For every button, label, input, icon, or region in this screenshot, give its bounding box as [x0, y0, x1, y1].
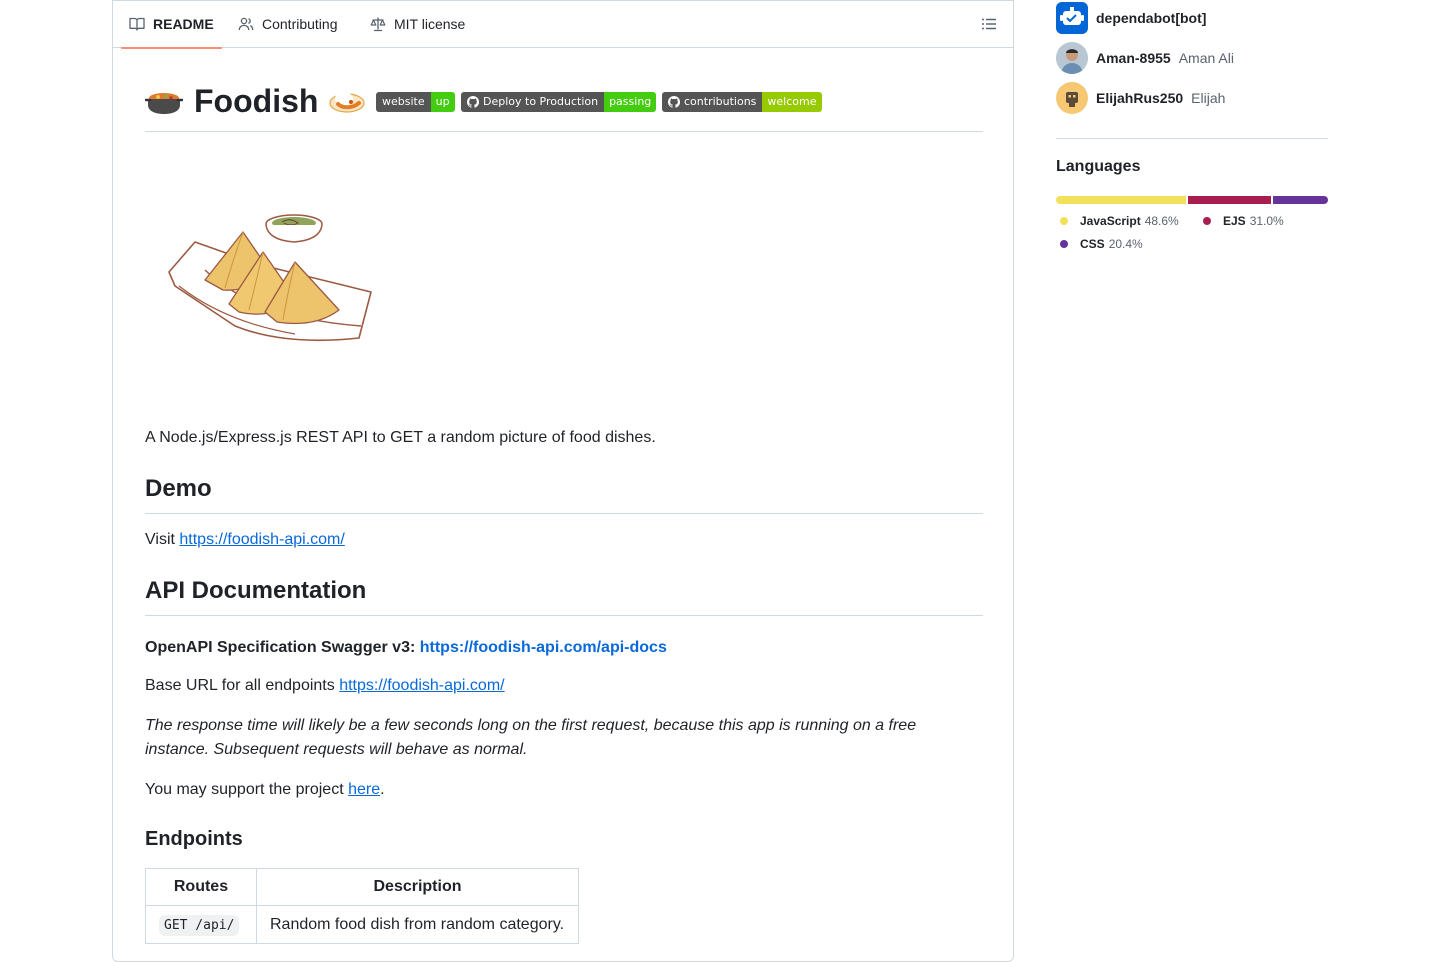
badge-website-label: website: [376, 92, 431, 112]
heading-endpoints: Endpoints: [145, 828, 243, 850]
readme-description: A Node.js/Express.js REST API to GET a r…: [145, 429, 656, 446]
robot-icon: [1060, 7, 1084, 25]
openapi-link[interactable]: https://foodish-api.com/api-docs: [420, 639, 667, 656]
badge-deploy[interactable]: Deploy to Production passing: [461, 92, 657, 112]
language-percent: 31.0%: [1249, 214, 1284, 228]
language-name: CSS: [1080, 237, 1105, 251]
table-header-row: Routes Description: [145, 868, 579, 906]
robot-avatar[interactable]: [1056, 82, 1088, 114]
badge-contributions-label: contributions: [684, 95, 757, 108]
github-icon: [668, 96, 680, 108]
table-header-description: Description: [256, 868, 579, 906]
badge-website[interactable]: website up: [376, 92, 455, 112]
tab-contributing[interactable]: Contributing: [238, 0, 338, 48]
language-percent: 48.6%: [1144, 214, 1179, 228]
badge-contributions-status: welcome: [762, 92, 822, 112]
people-icon: [238, 17, 254, 31]
base-url-paragraph: Base URL for all endpoints https://foodi…: [145, 674, 505, 698]
language-segment-ejs: [1188, 196, 1272, 204]
table-row: GET /api/ Random food dish from random c…: [145, 905, 579, 944]
book-icon: [129, 17, 145, 31]
sidebar-divider: [1056, 138, 1328, 139]
base-url-link[interactable]: https://foodish-api.com/: [339, 677, 504, 694]
language-name: EJS: [1223, 214, 1246, 228]
table-cell-route: GET /api/: [145, 905, 257, 944]
table-cell-description: Random food dish from random category.: [256, 905, 579, 944]
demo-paragraph: Visit https://foodish-api.com/: [145, 528, 345, 552]
language-percent: 20.4%: [1108, 237, 1143, 251]
language-item-ejs[interactable]: EJS 31.0%: [1203, 214, 1284, 228]
support-prefix: You may support the project: [145, 781, 349, 798]
contributor-name: Elijah: [1191, 90, 1226, 106]
endpoints-table: Routes Description GET /api/ Random food…: [145, 868, 579, 944]
language-segment-javascript: [1056, 196, 1187, 204]
tab-contributing-label: Contributing: [262, 16, 338, 32]
badge-deploy-status: passing: [604, 92, 657, 112]
language-color-dot: [1060, 240, 1068, 248]
language-segment-css: [1273, 196, 1328, 204]
robot-face-icon: [1066, 92, 1078, 107]
language-name: JavaScript: [1080, 214, 1141, 228]
base-url-prefix: Base URL for all endpoints: [145, 677, 340, 694]
language-item-css[interactable]: CSS 20.4%: [1060, 237, 1143, 251]
route-code: GET /api/: [159, 914, 240, 936]
readme-box: README Contributing MIT license Foodish …: [112, 0, 1014, 962]
heading-demo: Demo: [145, 474, 983, 514]
user-photo-avatar[interactable]: [1056, 42, 1088, 74]
badge-deploy-label: Deploy to Production: [483, 95, 599, 108]
law-icon: [370, 17, 386, 32]
tab-license[interactable]: MIT license: [370, 0, 465, 48]
demo-link[interactable]: https://foodish-api.com/: [179, 531, 344, 548]
user-photo-icon: [1056, 42, 1088, 74]
tab-license-label: MIT license: [394, 16, 466, 32]
page-title: Foodish: [194, 83, 319, 119]
readme-tabs: README Contributing MIT license: [113, 0, 1013, 49]
tab-readme-label: README: [153, 16, 214, 32]
stew-pot-icon: [145, 93, 183, 114]
support-paragraph: You may support the project here.: [145, 778, 385, 802]
contributor-item[interactable]: Aman-8955 Aman Ali: [1056, 41, 1234, 75]
language-item-javascript[interactable]: JavaScript 48.6%: [1060, 214, 1179, 228]
support-link[interactable]: here: [348, 781, 380, 798]
badge-website-status: up: [430, 92, 455, 112]
list-unordered-icon[interactable]: [981, 16, 997, 32]
contributor-login[interactable]: ElijahRus250: [1096, 90, 1183, 106]
table-header-routes: Routes: [145, 868, 257, 906]
badge-contributions[interactable]: contributions welcome: [662, 92, 822, 112]
dependabot-avatar[interactable]: [1056, 2, 1088, 34]
contributor-item[interactable]: dependabot[bot]: [1056, 1, 1206, 35]
samosa-illustration: [168, 214, 372, 342]
contributor-item[interactable]: ElijahRus250 Elijah: [1056, 81, 1225, 115]
languages-bar: [1056, 196, 1328, 204]
readme-title-row: Foodish website up Deploy to Production …: [145, 82, 983, 132]
github-icon: [467, 96, 479, 108]
openapi-label: OpenAPI Specification Swagger v3:: [145, 639, 420, 656]
languages-heading: Languages: [1056, 158, 1141, 175]
curry-rice-icon: [329, 92, 365, 113]
contributor-login[interactable]: dependabot[bot]: [1096, 10, 1206, 26]
contributor-login[interactable]: Aman-8955: [1096, 50, 1171, 66]
language-color-dot: [1203, 217, 1211, 225]
demo-prefix: Visit: [145, 531, 180, 548]
language-color-dot: [1060, 217, 1068, 225]
contributor-name: Aman Ali: [1178, 50, 1234, 66]
tab-readme[interactable]: README: [121, 0, 222, 49]
heading-api-documentation: API Documentation: [145, 576, 983, 616]
support-suffix: .: [380, 781, 385, 798]
response-time-note: The response time will likely be a few s…: [145, 717, 917, 758]
openapi-paragraph: OpenAPI Specification Swagger v3: https:…: [145, 636, 667, 660]
